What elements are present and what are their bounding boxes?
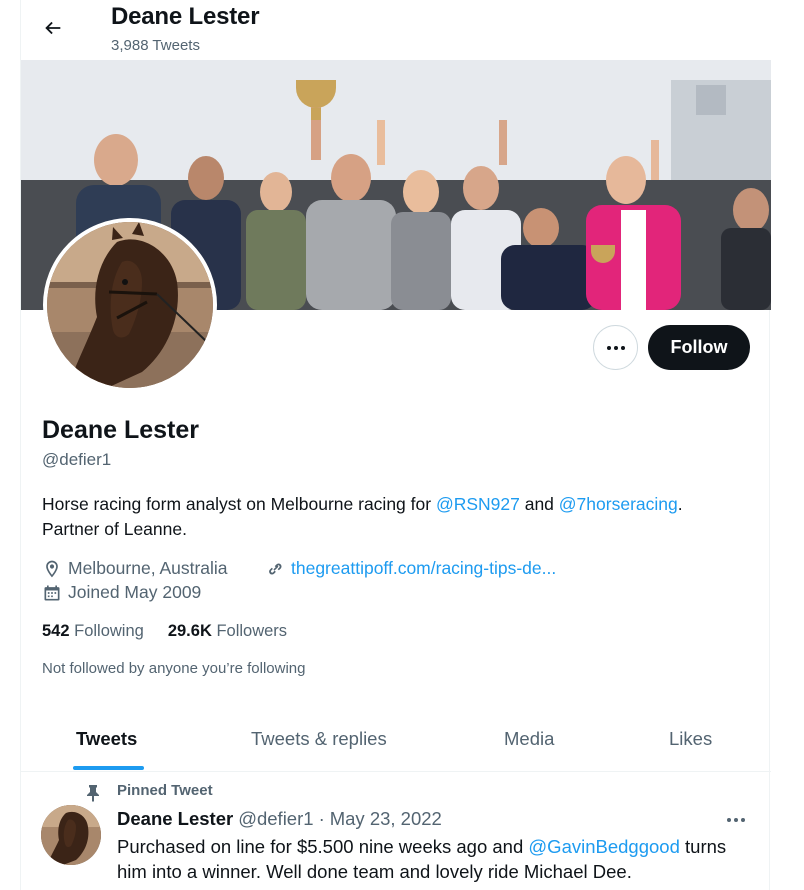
- followers-label: Followers: [216, 622, 288, 640]
- tweet-author[interactable]: Deane Lester: [117, 808, 233, 830]
- following-count: 542: [42, 622, 70, 640]
- arrow-left-icon: [45, 21, 61, 35]
- bio-text: .: [677, 494, 683, 514]
- bio-text: Partner of Leanne.: [42, 519, 187, 539]
- pin-icon: [87, 785, 99, 802]
- tab-likes[interactable]: Likes: [669, 706, 712, 772]
- followers-link[interactable]: 29.6K Followers: [168, 622, 287, 641]
- profile-tabs: Tweets Tweets & replies Media Likes: [21, 706, 771, 772]
- following-link[interactable]: 542 Following: [42, 622, 144, 641]
- profile-avatar[interactable]: [43, 218, 217, 392]
- website-link[interactable]: thegreattipoff.com/racing-tips-de...: [291, 558, 556, 579]
- tweet-avatar[interactable]: [41, 805, 101, 865]
- more-options-button[interactable]: [593, 325, 638, 370]
- active-tab-indicator: [73, 766, 144, 770]
- not-followed-notice: Not followed by anyone you’re following: [42, 660, 306, 677]
- tweet-text: Purchased on line for $5.500 nine weeks …: [117, 834, 757, 884]
- tweet-date[interactable]: May 23, 2022: [330, 808, 442, 830]
- profile-name: Deane Lester: [42, 416, 200, 444]
- tab-media[interactable]: Media: [504, 706, 554, 772]
- followers-count: 29.6K: [167, 622, 212, 640]
- tweet-separator: ·: [318, 808, 325, 829]
- profile-bio: Horse racing form analyst on Melbourne r…: [42, 492, 757, 542]
- following-label: Following: [74, 622, 144, 640]
- location-text: Melbourne, Australia: [68, 558, 228, 578]
- calendar-icon: [44, 585, 60, 600]
- pinned-label: Pinned Tweet: [117, 782, 213, 799]
- header-name: Deane Lester: [111, 3, 260, 30]
- header-tweet-count: 3,988 Tweets: [111, 37, 200, 54]
- bio-mention-7horseracing[interactable]: @7horseracing: [559, 494, 678, 514]
- more-horizontal-icon: [606, 345, 625, 350]
- profile-website: thegreattipoff.com/racing-tips-de...: [265, 558, 556, 579]
- profile-location: Melbourne, Australia: [42, 558, 228, 579]
- more-horizontal-icon: [727, 818, 745, 822]
- top-bar: Deane Lester 3,988 Tweets: [21, 0, 771, 60]
- tweet-header: Deane Lester @defier1 · May 23, 2022: [117, 808, 442, 830]
- bio-text: Horse racing form analyst on Melbourne r…: [42, 494, 436, 514]
- tweet-more-button[interactable]: [721, 808, 751, 832]
- profile-stats: 542 Following 29.6K Followers: [42, 622, 287, 641]
- back-button[interactable]: [33, 8, 73, 48]
- joined-text: Joined May 2009: [68, 582, 202, 602]
- tweet-mention-gavinbedggood[interactable]: @GavinBedggood: [528, 836, 679, 857]
- tweet-handle[interactable]: @defier1: [238, 808, 313, 830]
- bio-text: and: [519, 494, 559, 514]
- horse-photo: [47, 222, 213, 388]
- profile-handle: @defier1: [42, 450, 112, 469]
- link-icon: [269, 563, 282, 575]
- bio-mention-rsn927[interactable]: @RSN927: [436, 494, 520, 514]
- tab-tweets-replies[interactable]: Tweets & replies: [251, 706, 387, 772]
- profile-joined: Joined May 2009: [42, 582, 201, 603]
- location-pin-icon: [46, 560, 58, 577]
- horse-photo-small: [41, 805, 101, 865]
- follow-button[interactable]: Follow: [648, 325, 750, 370]
- profile-column: Deane Lester 3,988 Tweets Follow Deane L…: [20, 0, 771, 890]
- tweet-text-part: Purchased on line for $5.500 nine weeks …: [117, 836, 529, 857]
- tab-tweets[interactable]: Tweets: [76, 706, 137, 772]
